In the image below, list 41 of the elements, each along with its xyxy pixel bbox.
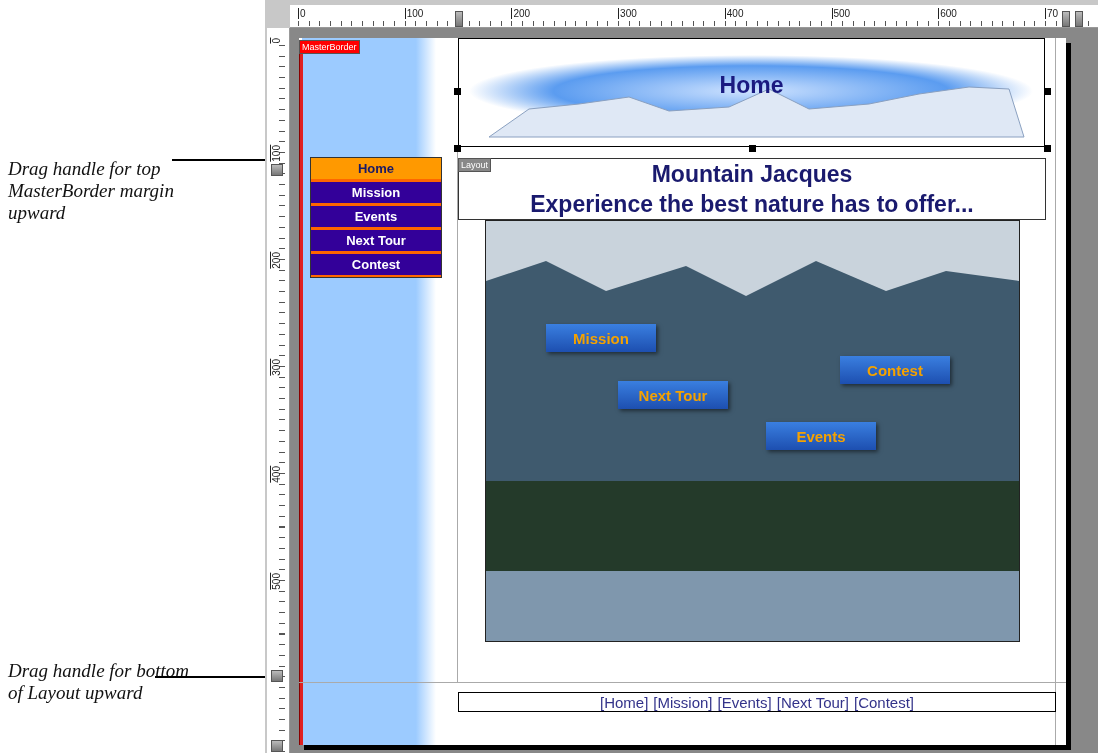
drag-handle[interactable] [271,740,283,752]
ruler-label: 500 [831,8,851,19]
footer-link[interactable]: [Mission] [653,693,713,711]
drag-handle[interactable] [271,670,283,682]
selection-handle[interactable] [749,145,756,152]
site-tagline: Experience the best nature has to offer... [530,190,974,219]
ruler-label: 400 [270,466,282,483]
ruler-label: 400 [724,8,744,19]
ruler-label: 600 [938,8,957,19]
ruler-label: 0 [270,38,282,44]
master-border-tag: MasterBorder [299,40,360,54]
drag-handle[interactable] [455,11,463,27]
banner-title: Home [719,72,784,99]
site-title: Mountain Jacques [651,160,853,189]
ruler-label: 70 [1044,8,1058,19]
selection-handle[interactable] [1044,145,1051,152]
footer-link[interactable]: [Events] [717,693,772,711]
drag-handle[interactable] [1075,11,1083,27]
nav-item[interactable]: Next Tour [311,230,441,251]
ruler-label: 500 [270,573,282,590]
nav-item[interactable]: Mission [311,182,441,203]
ruler-label: 0 [298,8,306,19]
ruler-label: 200 [270,252,282,269]
nav-item[interactable]: Home [311,158,441,179]
drag-handle[interactable] [1062,11,1070,27]
ruler-label: 100 [404,8,424,19]
ruler-label: 300 [618,8,637,19]
selection-handle[interactable] [1044,88,1051,95]
nav-item[interactable]: Events [311,206,441,227]
nav-item[interactable]: Contest [311,254,441,275]
footer-link[interactable]: [Contest] [854,693,914,711]
drag-handle[interactable] [271,164,283,176]
footer-link[interactable]: [Home] [599,693,649,711]
selection-handle[interactable] [454,88,461,95]
footer-link[interactable]: [Next Tour] [776,693,849,711]
ruler-label: 100 [270,145,282,162]
annotation-text: Drag handle for top MasterBorder margin upward [8,158,175,224]
layout-tag: Layout [458,158,492,172]
selection-handle[interactable] [454,145,461,152]
ruler-label: 200 [511,8,531,19]
ruler-label: 300 [270,359,282,376]
